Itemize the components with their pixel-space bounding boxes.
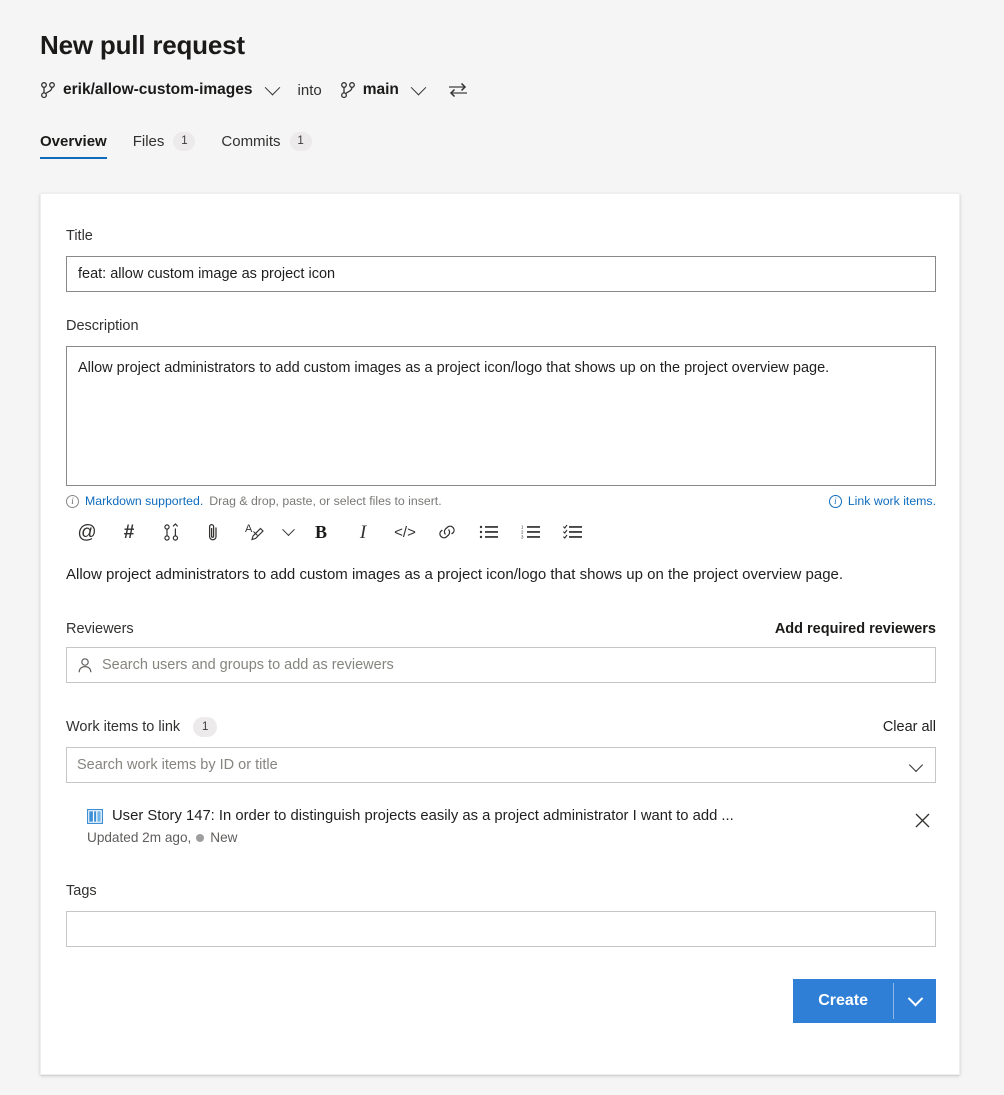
page-title: New pull request [40,30,245,60]
tags-input[interactable] [66,911,936,947]
swap-arrows-icon[interactable] [446,78,470,102]
highlight-icon[interactable]: A [234,517,276,547]
italic-icon[interactable]: I [342,517,384,547]
mention-glyph: @ [77,521,97,543]
work-item-row: User Story 147: In order to distinguish … [66,805,936,845]
tab-label: Commits [221,132,281,150]
work-item-updated: Updated 2m ago, [87,830,192,845]
into-label: into [297,81,322,99]
source-branch-selector[interactable]: erik/allow-custom-images [40,79,280,100]
description-label: Description [66,318,139,334]
markdown-supported-link[interactable]: Markdown supported. [85,494,203,508]
italic-glyph: I [359,521,367,543]
create-button-group[interactable]: Create [793,979,936,1023]
work-item-subtitle: Updated 2m ago, New [87,830,908,845]
info-icon: i [66,494,79,508]
bold-icon[interactable]: B [300,517,342,547]
git-branch-icon [40,81,56,99]
form-footer: Create [66,979,936,1023]
user-story-icon [87,808,103,824]
git-branch-icon [340,81,356,99]
work-item-title-line: User Story 147: In order to distinguish … [87,805,908,827]
code-icon[interactable]: </> [384,517,426,547]
target-branch-selector[interactable]: main [340,79,427,100]
tab-label: Files [132,132,165,150]
markdown-hint-row: i Markdown supported. Drag & drop, paste… [66,486,936,508]
reviewers-section-header: Reviewers Add required reviewers [66,621,936,637]
chevron-down-icon [264,79,280,95]
hashtag-icon[interactable]: # [108,517,150,547]
checklist-icon[interactable] [552,517,594,547]
mention-icon[interactable]: @ [66,517,108,547]
target-branch-name: main [362,81,399,98]
link-work-items-hint[interactable]: i Link work items. [828,494,936,508]
code-glyph: </> [394,523,416,541]
info-icon: i [828,494,842,508]
work-item-state-dot [196,833,205,842]
tab-overview[interactable]: Overview [40,123,120,159]
tab-badge-commits: 1 [289,131,312,151]
chevron-down-icon[interactable] [276,517,300,547]
close-icon[interactable] [908,806,936,834]
tab-files[interactable]: Files 1 [120,123,209,159]
pull-request-tabs: Overview Files 1 Commits 1 [40,123,1004,159]
pull-request-form-card: Title Description i Markdown supported. … [40,193,960,1075]
reviewers-search-placeholder: Search users and groups to add as review… [102,657,394,673]
person-icon [77,657,93,674]
chevron-down-icon[interactable] [908,757,924,773]
chevron-down-icon [907,990,923,1006]
work-item-title[interactable]: User Story 147: In order to distinguish … [112,805,734,827]
chevron-down-icon [410,79,427,95]
markdown-toolbar: @ # A B I </> 1 2 3 [66,517,934,547]
tab-label: Overview [40,132,107,150]
link-icon[interactable] [426,517,468,547]
title-input[interactable] [66,256,936,292]
markdown-hint-text: Drag & drop, paste, or select files to i… [209,494,442,508]
attachment-icon[interactable] [192,517,234,547]
add-required-reviewers-button[interactable]: Add required reviewers [775,621,936,637]
title-label: Title [66,228,93,244]
bulleted-list-icon[interactable] [468,517,510,547]
work-items-section-header: Work items to link 1 Clear all [66,717,936,737]
tab-commits[interactable]: Commits 1 [208,123,324,159]
hashtag-glyph: # [123,521,135,543]
svg-text:3: 3 [521,535,524,540]
tags-label: Tags [66,883,97,899]
work-items-search-placeholder: Search work items by ID or title [77,757,278,773]
work-item-content: User Story 147: In order to distinguish … [87,805,908,845]
clear-all-button[interactable]: Clear all [883,719,936,735]
work-items-count-badge: 1 [193,717,218,737]
create-split-button[interactable] [894,979,936,1023]
new-pull-request-page: New pull request erik/allow-custom-image… [0,0,1004,1095]
reviewers-label: Reviewers [66,621,134,637]
markdown-supported-hint: i Markdown supported. Drag & drop, paste… [66,494,442,508]
numbered-list-icon[interactable]: 1 2 3 [510,517,552,547]
bold-glyph: B [314,522,327,542]
page-header: New pull request erik/allow-custom-image… [0,0,1004,103]
source-branch-name: erik/allow-custom-images [63,81,253,98]
create-button[interactable]: Create [793,979,893,1023]
work-item-state: New [210,830,238,845]
work-items-label-wrap: Work items to link 1 [66,717,218,737]
work-items-label: Work items to link [66,718,181,735]
svg-text:A: A [245,523,253,535]
description-preview: Allow project administrators to add cust… [66,566,844,583]
reviewers-search-box[interactable]: Search users and groups to add as review… [66,647,936,683]
description-textarea[interactable] [66,346,936,486]
work-items-search-box[interactable]: Search work items by ID or title [66,747,936,783]
branch-selector-row: erik/allow-custom-images into main [40,77,1004,103]
tab-badge-files: 1 [173,131,196,151]
pull-request-icon[interactable] [150,517,192,547]
chevron-down-glyph [281,522,295,536]
link-work-items-link[interactable]: Link work items. [848,494,936,508]
